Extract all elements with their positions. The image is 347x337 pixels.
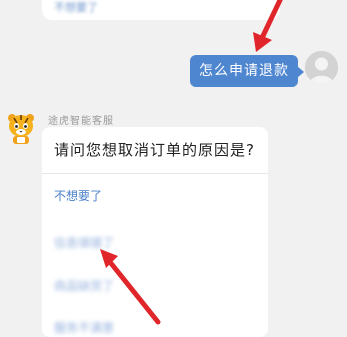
option-link[interactable]: 服务不满意	[54, 319, 114, 336]
tiger-mascot-icon	[8, 114, 34, 144]
option-link[interactable]: 不想要了	[54, 187, 102, 204]
previous-option-link[interactable]: 不想要了	[54, 0, 98, 15]
option-link[interactable]: 商品缺货了	[54, 277, 114, 294]
user-silhouette-icon	[305, 51, 338, 84]
previous-bot-message-card: 不想要了	[42, 0, 280, 20]
card-divider	[42, 173, 268, 174]
user-message-bubble: 怎么申请退款	[190, 55, 304, 87]
bot-message-card: 请问您想取消订单的原因是? 不想要了 信息填错了 商品缺货了 服务不满意	[42, 127, 268, 337]
cancel-reason-question: 请问您想取消订单的原因是?	[54, 141, 255, 159]
bot-avatar[interactable]	[6, 112, 36, 144]
option-link[interactable]: 信息填错了	[54, 234, 114, 251]
bot-name-label: 途虎智能客服	[48, 116, 114, 127]
user-avatar[interactable]	[305, 51, 338, 84]
